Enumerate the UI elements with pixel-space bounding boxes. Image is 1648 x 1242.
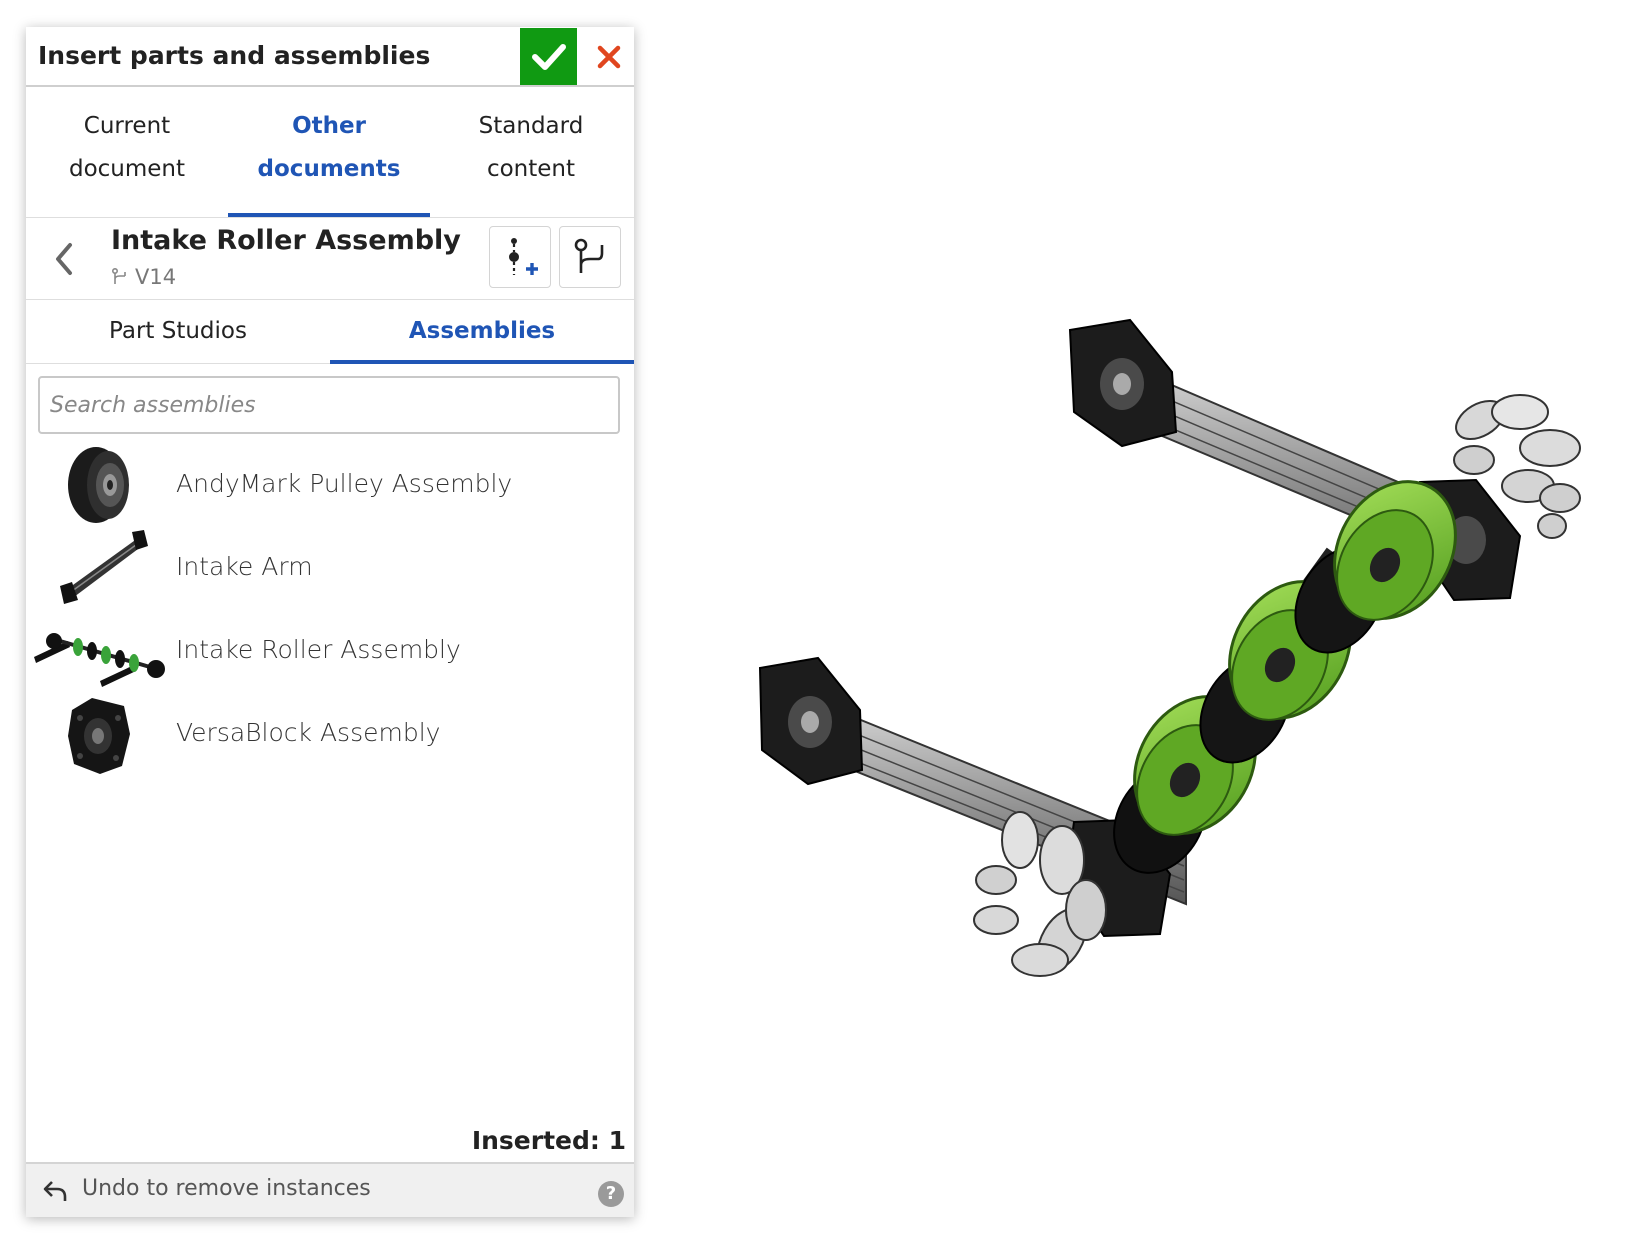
roller-shaft <box>1113 480 1457 874</box>
confirm-button[interactable] <box>520 28 577 85</box>
tab-other-documents[interactable]: Other documents <box>228 85 430 217</box>
lower-intake-arm <box>758 656 1187 938</box>
element-tabs: Part Studios Assemblies <box>26 299 634 364</box>
list-item[interactable]: VersaBlock Assembly <box>26 694 634 777</box>
tab-label-line2: document <box>68 156 186 182</box>
insert-dialog: Insert parts and assemblies Current docu… <box>26 27 634 1217</box>
versablock-thumbnail <box>68 698 130 774</box>
assembly-name: Intake Arm <box>176 552 313 581</box>
document-header: Intake Roller Assembly V14 <box>26 217 634 300</box>
tab-label-line2: content <box>486 156 576 182</box>
intake-arm-thumbnail <box>60 530 148 604</box>
branch-icon <box>111 267 126 284</box>
document-version: V14 <box>111 265 176 289</box>
tab-part-studios[interactable]: Part Studios <box>26 299 330 363</box>
insert-version-button[interactable] <box>489 226 551 288</box>
assembly-name: Intake Roller Assembly <box>176 635 461 664</box>
tab-assemblies[interactable]: Assemblies <box>330 299 634 364</box>
tab-label-line1: Standard <box>478 113 584 139</box>
dialog-header: Insert parts and assemblies <box>26 27 634 87</box>
assembly-name: VersaBlock Assembly <box>176 718 441 747</box>
inserted-count: Inserted: 1 <box>471 1126 626 1155</box>
undo-label[interactable]: Undo to remove instances <box>82 1176 371 1201</box>
list-item[interactable]: AndyMark Pulley Assembly <box>26 445 634 528</box>
chevron-left-icon[interactable] <box>50 239 80 279</box>
pulley-thumbnail <box>68 447 129 523</box>
version-label: V14 <box>135 265 177 289</box>
document-name: Intake Roller Assembly <box>111 225 461 256</box>
assembly-list: AndyMark Pulley Assembly Intake Arm Inta… <box>26 445 634 777</box>
tab-label-line1: Current <box>83 113 171 139</box>
tab-label-line1: Other <box>292 113 366 139</box>
list-item[interactable]: Intake Roller Assembly <box>26 611 634 694</box>
tab-label-line2: documents <box>257 156 401 182</box>
branch-icon <box>574 238 604 273</box>
dialog-title: Insert parts and assemblies <box>38 41 431 70</box>
help-icon[interactable]: ? <box>598 1181 624 1207</box>
branch-button[interactable] <box>559 226 621 288</box>
assembly-name: AndyMark Pulley Assembly <box>176 469 513 498</box>
tab-standard-content[interactable]: Standard content <box>430 85 632 217</box>
close-icon <box>597 45 621 68</box>
undo-icon[interactable] <box>42 1179 68 1203</box>
insert-version-icon <box>509 238 538 275</box>
tab-current-document[interactable]: Current document <box>26 85 228 217</box>
check-icon <box>531 43 566 70</box>
dialog-footer: Undo to remove instances ? <box>26 1162 634 1217</box>
model-viewport[interactable] <box>690 300 1630 1080</box>
cancel-button[interactable] <box>584 28 634 85</box>
list-item[interactable]: Intake Arm <box>26 528 634 611</box>
intake-roller-thumbnail <box>34 633 165 687</box>
search-input[interactable] <box>38 376 620 434</box>
source-tabs: Current document Other documents Standar… <box>26 85 634 218</box>
